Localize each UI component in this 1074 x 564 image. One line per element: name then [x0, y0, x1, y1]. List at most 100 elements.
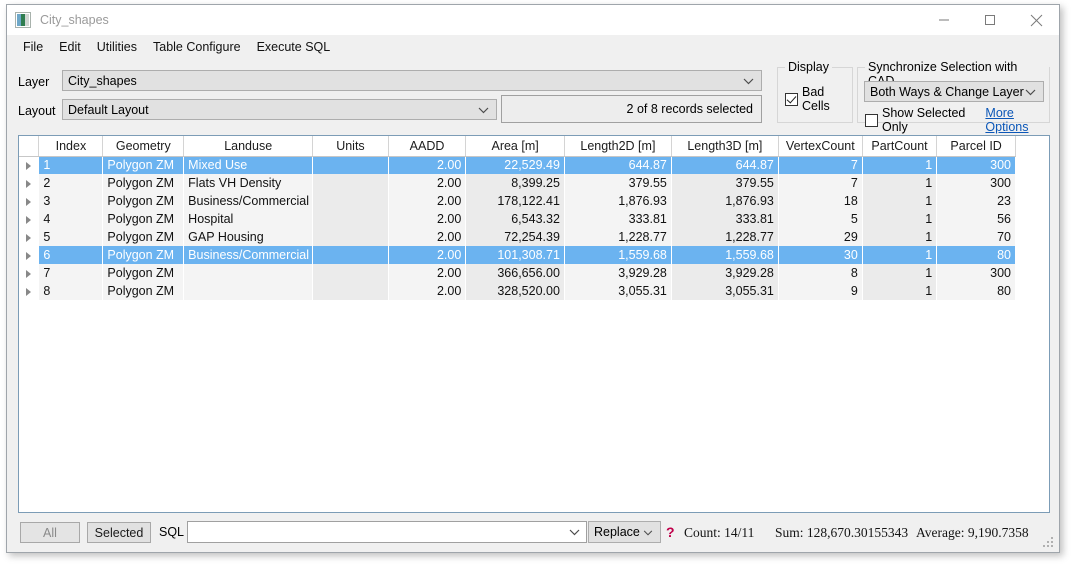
table-cell[interactable]: 2	[38, 174, 104, 192]
column-header-units[interactable]: Units	[312, 136, 389, 157]
table-cell[interactable]: 7	[778, 156, 863, 174]
show-selected-only-checkbox[interactable]	[865, 113, 878, 127]
table-cell[interactable]: 9	[778, 282, 863, 300]
table-cell[interactable]: 1,228.77	[564, 228, 672, 246]
column-header-length3d[interactable]: Length3D [m]	[671, 136, 779, 157]
table-cell[interactable]: 4	[38, 210, 104, 228]
table-cell[interactable]: 7	[778, 174, 863, 192]
layer-combo[interactable]: City_shapes	[62, 70, 762, 91]
table-row[interactable]: 4 Polygon ZM Hospital 2.00 6,543.32 333.81 333…	[19, 210, 1016, 228]
table-cell[interactable]: 8	[38, 282, 104, 300]
table-row[interactable]: 3 Polygon ZM Business/Commercial 2.00 178,12…	[19, 192, 1016, 210]
table-row[interactable]: 8 Polygon ZM 2.00 328,520.00 3,055.31 3,055.3…	[19, 282, 1016, 300]
layout-combo[interactable]: Default Layout	[62, 99, 497, 120]
table-cell[interactable]: Polygon ZM	[102, 228, 185, 246]
table-cell[interactable]: 379.55	[564, 174, 672, 192]
table-cell[interactable]: 1,876.93	[671, 192, 779, 210]
row-expander-icon[interactable]	[26, 179, 32, 188]
table-cell[interactable]: Polygon ZM	[102, 192, 185, 210]
table-cell[interactable]: 1,876.93	[564, 192, 672, 210]
more-options-link[interactable]: More Options	[985, 106, 1049, 134]
table-cell[interactable]: 56	[936, 210, 1016, 228]
table-cell[interactable]: 300	[936, 174, 1016, 192]
row-selector-cell[interactable]	[19, 246, 40, 264]
maximize-icon[interactable]	[967, 5, 1013, 35]
table-cell[interactable]: 5	[778, 210, 863, 228]
table-cell[interactable]: 1,559.68	[671, 246, 779, 264]
table-cell[interactable]: 328,520.00	[465, 282, 565, 300]
table-cell[interactable]	[312, 156, 389, 174]
row-selector-cell[interactable]	[19, 228, 40, 246]
column-header-landuse[interactable]: Landuse	[183, 136, 314, 157]
row-expander-icon[interactable]	[26, 161, 32, 170]
table-cell[interactable]	[183, 282, 314, 300]
replace-mode-combo[interactable]: Replace	[588, 521, 661, 543]
row-expander-icon[interactable]	[26, 251, 32, 260]
row-expander-icon[interactable]	[26, 287, 32, 296]
table-cell[interactable]: 1,559.68	[564, 246, 672, 264]
row-selector-cell[interactable]	[19, 156, 40, 174]
table-cell[interactable]: Polygon ZM	[102, 156, 185, 174]
bad-cells-checkbox[interactable]	[785, 92, 798, 106]
table-row[interactable]: 2 Polygon ZM Flats VH Density 2.00 8,399.25 3…	[19, 174, 1016, 192]
selected-button[interactable]: Selected	[87, 522, 151, 543]
menu-item-utilities[interactable]: Utilities	[89, 37, 145, 57]
table-cell[interactable]: GAP Housing	[183, 228, 314, 246]
column-header-length2d[interactable]: Length2D [m]	[564, 136, 672, 157]
table-cell[interactable]: 644.87	[671, 156, 779, 174]
column-header-geometry[interactable]: Geometry	[102, 136, 185, 157]
table-cell[interactable]: 1	[862, 228, 938, 246]
row-selector-cell[interactable]	[19, 174, 40, 192]
table-cell[interactable]: Polygon ZM	[102, 282, 185, 300]
column-header-area[interactable]: Area [m]	[465, 136, 565, 157]
table-cell[interactable]: 366,656.00	[465, 264, 565, 282]
menu-item-file[interactable]: File	[15, 37, 51, 57]
row-selector-cell[interactable]	[19, 264, 40, 282]
table-cell[interactable]: 1	[862, 192, 938, 210]
row-expander-icon[interactable]	[26, 197, 32, 206]
table-cell[interactable]	[312, 228, 389, 246]
table-cell[interactable]: 18	[778, 192, 863, 210]
data-grid[interactable]: Index Geometry Landuse Units AADD Area […	[18, 135, 1050, 513]
table-row[interactable]: 1 Polygon ZM Mixed Use 2.00 22,529.49 644.87 6…	[19, 156, 1016, 174]
table-cell[interactable]	[312, 210, 389, 228]
table-cell[interactable]: Hospital	[183, 210, 314, 228]
row-selector-cell[interactable]	[19, 192, 40, 210]
column-header-vertexcount[interactable]: VertexCount	[778, 136, 863, 157]
table-cell[interactable]: 3,929.28	[564, 264, 672, 282]
table-cell[interactable]: 1	[862, 174, 938, 192]
table-cell[interactable]: 1	[862, 210, 938, 228]
show-selected-only-row[interactable]: Show Selected Only More Options	[865, 106, 1049, 134]
table-cell[interactable]: 333.81	[671, 210, 779, 228]
row-selector-cell[interactable]	[19, 282, 40, 300]
table-cell[interactable]: 2.00	[388, 246, 467, 264]
table-cell[interactable]: 1	[862, 156, 938, 174]
table-cell[interactable]: 23	[936, 192, 1016, 210]
table-cell[interactable]: Business/Commercial	[183, 192, 314, 210]
table-cell[interactable]: 80	[936, 246, 1016, 264]
table-cell[interactable]: Polygon ZM	[102, 246, 185, 264]
column-header-index[interactable]: Index	[38, 136, 104, 157]
chevron-down-icon[interactable]	[569, 525, 580, 539]
menu-item-execute-sql[interactable]: Execute SQL	[249, 37, 339, 57]
table-cell[interactable]: 3,929.28	[671, 264, 779, 282]
table-row[interactable]: 5 Polygon ZM GAP Housing 2.00 72,254.39 1,228…	[19, 228, 1016, 246]
table-row[interactable]: 7 Polygon ZM 2.00 366,656.00 3,929.28 3,929.2…	[19, 264, 1016, 282]
all-button[interactable]: All	[20, 522, 80, 543]
table-cell[interactable]: 1	[862, 246, 938, 264]
bad-cells-checkbox-row[interactable]: Bad Cells	[785, 85, 852, 113]
table-cell[interactable]: 300	[936, 264, 1016, 282]
table-cell[interactable]: Polygon ZM	[102, 210, 185, 228]
table-cell[interactable]	[312, 264, 389, 282]
sql-input[interactable]	[187, 521, 587, 543]
table-cell[interactable]: 6,543.32	[465, 210, 565, 228]
table-cell[interactable]: 644.87	[564, 156, 672, 174]
table-cell[interactable]: 6	[38, 246, 104, 264]
table-row[interactable]: 6 Polygon ZM Business/Commercial 2.00 101,30…	[19, 246, 1016, 264]
table-cell[interactable]	[312, 192, 389, 210]
table-cell[interactable]: 5	[38, 228, 104, 246]
table-cell[interactable]	[312, 174, 389, 192]
table-cell[interactable]: 2.00	[388, 228, 467, 246]
table-cell[interactable]: 300	[936, 156, 1016, 174]
table-cell[interactable]: 3	[38, 192, 104, 210]
